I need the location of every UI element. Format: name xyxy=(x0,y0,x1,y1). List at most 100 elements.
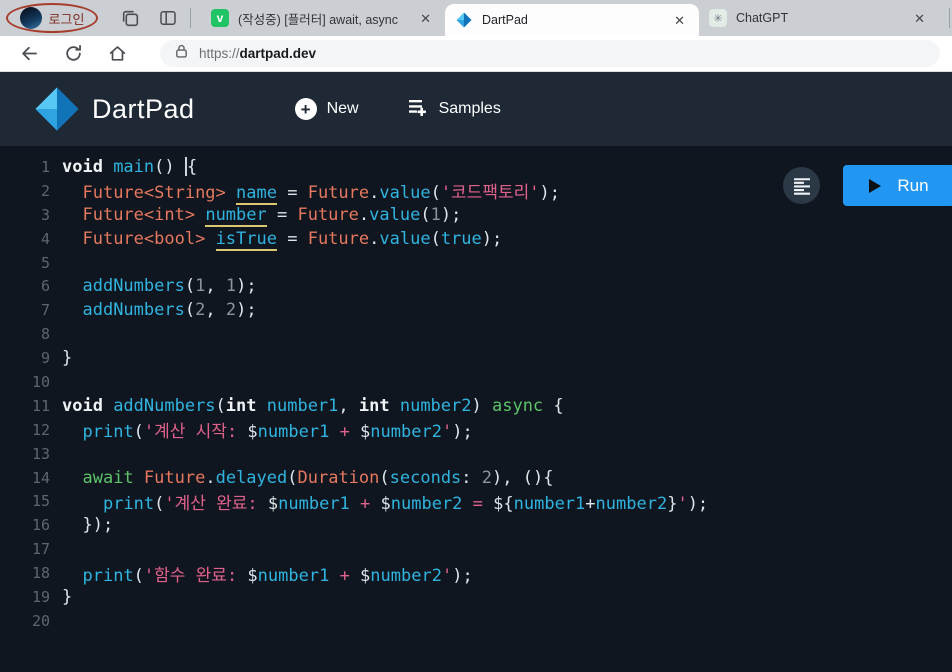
code-line[interactable]: 13 xyxy=(12,442,952,466)
code-token: ); xyxy=(481,228,503,249)
new-button[interactable]: + New xyxy=(294,98,359,120)
code-token: ( xyxy=(430,228,441,249)
code-token: ' xyxy=(677,493,688,514)
code-token: void xyxy=(62,395,114,416)
code-line[interactable]: 11 void addNumbers(int number1, int numbe… xyxy=(12,394,952,418)
code-line[interactable]: 7 addNumbers(2, 2); xyxy=(12,298,952,322)
code-line[interactable]: 12 print('계산 시작: $number1 + $number2'); xyxy=(12,418,952,443)
code-token: $ xyxy=(360,422,371,443)
tab-velog[interactable]: v (작성중) [플러터] await, async ✕ xyxy=(201,0,445,36)
code-editor[interactable]: 1 void main() {2 Future<String> name = Fu… xyxy=(0,146,952,672)
code-line[interactable]: 15 print('계산 완료: $number1 + $number2 = $… xyxy=(12,489,952,514)
code-token: number1 xyxy=(278,493,350,514)
code-token: ( xyxy=(379,467,390,488)
line-number: 4 xyxy=(40,229,50,248)
code-token: ( xyxy=(420,204,431,225)
code-token: '계산 시작: xyxy=(143,422,248,443)
code-token: ( xyxy=(133,422,144,443)
line-number: 2 xyxy=(40,181,50,200)
code-line[interactable]: 8 xyxy=(12,322,952,346)
code-token: Future xyxy=(143,467,206,488)
workspaces-icon[interactable] xyxy=(118,6,142,30)
browser-toolbar: https://dartpad.dev xyxy=(0,36,952,72)
code-line[interactable]: 5 xyxy=(12,251,952,275)
code-token: , xyxy=(205,300,226,321)
tab-chatgpt[interactable]: ✳ ChatGPT ✕ xyxy=(699,0,939,36)
code-token: Duration xyxy=(297,467,380,488)
run-button[interactable]: Run xyxy=(843,165,952,206)
refresh-icon[interactable] xyxy=(58,39,88,69)
lock-icon[interactable] xyxy=(174,43,189,64)
code-line[interactable]: 18 print('함수 완료: $number1 + $number2'); xyxy=(12,561,952,586)
code-line[interactable]: 16 }); xyxy=(12,513,952,537)
code-token: addNumbers xyxy=(113,395,216,416)
code-token: . xyxy=(358,204,370,225)
code-token: ); xyxy=(236,276,257,297)
code-line[interactable]: 20 xyxy=(12,609,952,633)
code-token: () xyxy=(154,156,185,177)
code-token: 2 xyxy=(225,300,237,321)
code-token: , xyxy=(205,276,226,297)
code-token: ( xyxy=(184,276,196,297)
tab-actions-icon[interactable] xyxy=(156,6,180,30)
profile-login-button[interactable]: 로그인 xyxy=(6,3,98,33)
line-number: 13 xyxy=(31,444,50,463)
code-line[interactable]: 6 addNumbers(1, 1); xyxy=(12,274,952,298)
code-line[interactable]: 17 xyxy=(12,537,952,561)
line-number: 20 xyxy=(31,611,50,630)
chatgpt-icon: ✳ xyxy=(709,9,727,27)
close-icon[interactable]: ✕ xyxy=(416,10,435,27)
samples-list-icon xyxy=(407,97,429,122)
code-token: { xyxy=(543,395,564,416)
code-token: isTrue xyxy=(215,228,277,251)
code-token: delayed xyxy=(215,467,288,488)
code-token: number xyxy=(205,204,267,227)
code-line[interactable]: 14 await Future.delayed(Duration(seconds… xyxy=(12,466,952,490)
code-token: print xyxy=(102,493,155,514)
close-icon[interactable]: ✕ xyxy=(670,12,689,29)
code-token: + xyxy=(585,493,596,514)
code-token: value xyxy=(379,228,431,249)
code-area[interactable]: 1 void main() {2 Future<String> name = Fu… xyxy=(0,146,952,633)
tab-dartpad[interactable]: DartPad ✕ xyxy=(445,4,699,36)
code-token: '코드팩토리' xyxy=(440,183,540,204)
samples-button[interactable]: Samples xyxy=(407,97,501,122)
home-icon[interactable] xyxy=(102,39,132,69)
velog-icon: v xyxy=(211,9,229,27)
code-token: ), (){ xyxy=(492,467,554,488)
close-icon[interactable]: ✕ xyxy=(910,10,929,27)
address-bar[interactable]: https://dartpad.dev xyxy=(160,40,940,67)
code-token: } xyxy=(667,493,678,514)
format-icon xyxy=(793,177,810,195)
new-button-label: New xyxy=(326,100,359,117)
code-token: Future xyxy=(307,228,370,249)
code-line[interactable]: 4 Future<bool> isTrue = Future.value(tru… xyxy=(12,227,952,251)
code-line[interactable]: 9} xyxy=(12,346,952,370)
code-token: ) xyxy=(471,395,492,416)
code-token: addNumbers xyxy=(82,276,185,297)
format-button[interactable] xyxy=(783,167,820,204)
code-line[interactable]: 10 xyxy=(12,370,952,394)
line-number: 19 xyxy=(31,587,50,606)
line-number: 3 xyxy=(40,205,50,224)
code-token: int xyxy=(225,395,267,416)
code-token: + xyxy=(349,493,381,514)
code-token: addNumbers xyxy=(82,300,185,321)
code-token: Future<bool> xyxy=(82,228,206,249)
browser-window: 로그인 v (작성중) [플러터] await, async ✕ DartPad… xyxy=(0,0,952,672)
code-token: value xyxy=(369,204,421,225)
code-token: print xyxy=(82,565,134,586)
code-token: ); xyxy=(452,422,473,443)
line-number: 1 xyxy=(40,157,50,176)
tab-title: (작성중) [플러터] await, async xyxy=(238,12,398,27)
code-line[interactable]: 19} xyxy=(12,585,952,609)
code-line[interactable]: 3 Future<int> number = Future.value(1); xyxy=(12,203,952,227)
line-number: 12 xyxy=(31,420,50,439)
back-icon[interactable] xyxy=(14,39,44,69)
